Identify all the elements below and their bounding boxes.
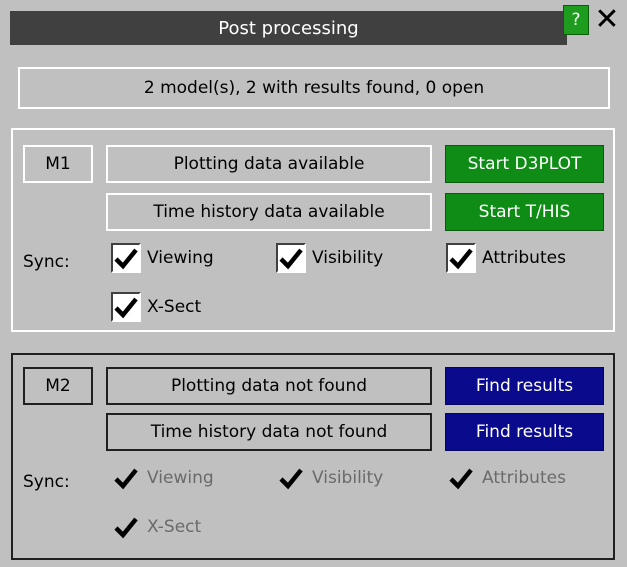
- sync-xsect-label: X-Sect: [147, 297, 202, 317]
- time-history-status-text: Time history data available: [153, 202, 385, 222]
- check-icon: [111, 463, 141, 493]
- check-icon: [276, 463, 306, 493]
- sync-attributes-checkbox[interactable]: Attributes: [446, 243, 566, 273]
- sync-viewing-label: Viewing: [147, 248, 214, 268]
- check-icon: [111, 243, 141, 273]
- sync-label: Sync:: [23, 472, 70, 492]
- sync-visibility-label: Visibility: [312, 468, 384, 488]
- sync-xsect-label: X-Sect: [147, 517, 202, 537]
- sync-visibility-checkbox[interactable]: Visibility: [276, 463, 383, 493]
- sync-attributes-label: Attributes: [482, 468, 566, 488]
- time-history-status: Time history data not found: [106, 413, 432, 451]
- sync-visibility-checkbox[interactable]: Visibility: [276, 243, 383, 273]
- find-results-plot-button[interactable]: Find results: [445, 367, 604, 405]
- sync-xsect-checkbox[interactable]: X-Sect: [111, 292, 201, 322]
- sync-visibility-label: Visibility: [312, 248, 384, 268]
- start-this-button[interactable]: Start T/HIS: [445, 193, 604, 231]
- model-id-label: M1: [23, 145, 93, 183]
- sync-attributes-label: Attributes: [482, 248, 566, 268]
- start-d3plot-label: Start D3PLOT: [467, 154, 582, 174]
- plot-status: Plotting data not found: [106, 367, 432, 405]
- find-results-label: Find results: [475, 376, 574, 396]
- sync-xsect-checkbox[interactable]: X-Sect: [111, 512, 201, 542]
- window-title-bar: Post processing: [10, 11, 567, 45]
- plot-status: Plotting data available: [106, 145, 432, 183]
- close-button[interactable]: ✕: [592, 3, 622, 37]
- sync-viewing-label: Viewing: [147, 468, 214, 488]
- close-icon: ✕: [594, 2, 620, 37]
- start-d3plot-button[interactable]: Start D3PLOT: [445, 145, 604, 183]
- sync-label: Sync:: [23, 252, 70, 272]
- sync-attributes-checkbox[interactable]: Attributes: [446, 463, 566, 493]
- check-icon: [276, 243, 306, 273]
- summary-text: 2 model(s), 2 with results found, 0 open: [143, 78, 485, 98]
- model-id-text: M2: [45, 376, 71, 396]
- start-this-label: Start T/HIS: [478, 202, 571, 222]
- time-history-status: Time history data available: [106, 193, 432, 231]
- find-results-thist-button[interactable]: Find results: [445, 413, 604, 451]
- model-panel-m2: M2 Plotting data not found Find results …: [11, 353, 615, 560]
- help-label: ?: [571, 10, 581, 30]
- model-id-label: M2: [23, 367, 93, 405]
- time-history-status-text: Time history data not found: [150, 422, 388, 442]
- model-id-text: M1: [45, 154, 71, 174]
- sync-viewing-checkbox[interactable]: Viewing: [111, 243, 214, 273]
- check-icon: [446, 463, 476, 493]
- model-panel-m1: M1 Plotting data available Start D3PLOT …: [11, 128, 615, 332]
- plot-status-text: Plotting data not found: [170, 376, 368, 396]
- check-icon: [446, 243, 476, 273]
- check-icon: [111, 512, 141, 542]
- window-title: Post processing: [218, 17, 359, 39]
- plot-status-text: Plotting data available: [173, 154, 365, 174]
- sync-viewing-checkbox[interactable]: Viewing: [111, 463, 214, 493]
- find-results-label: Find results: [475, 422, 574, 442]
- summary-box: 2 model(s), 2 with results found, 0 open: [18, 67, 610, 109]
- help-button[interactable]: ?: [563, 5, 589, 35]
- check-icon: [111, 292, 141, 322]
